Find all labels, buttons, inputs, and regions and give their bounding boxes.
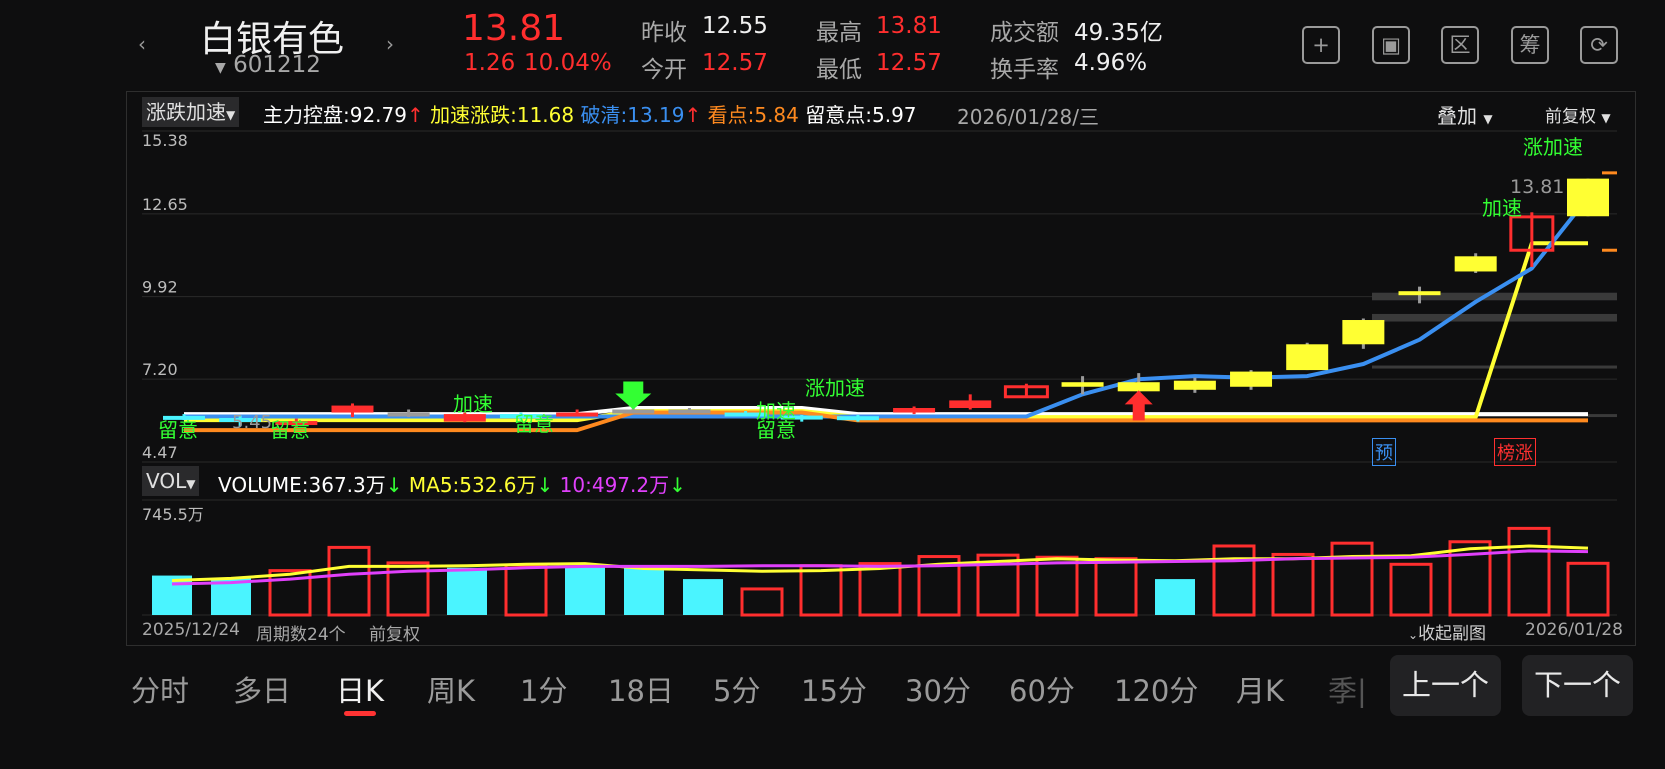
ma5-value: MA5:532.6万	[408, 473, 537, 497]
down-arrow-marker	[615, 381, 652, 410]
volume-bar	[740, 587, 784, 617]
volume-value: VOLUME:367.3万	[218, 473, 386, 497]
period-count: 周期数24个	[256, 625, 346, 645]
candle-body	[1173, 380, 1216, 390]
active-tab-indicator	[344, 711, 376, 716]
candle-body	[612, 409, 655, 414]
ma10-value: 10:497.2万	[559, 473, 670, 497]
volume-indicator-selector[interactable]: VOL▼	[142, 466, 200, 496]
down-arrow-icon: ↓	[669, 473, 686, 497]
start-date: 2025/12/24	[142, 620, 240, 640]
badge-bangzhang: 榜涨	[1494, 438, 1536, 466]
volume-bar	[799, 564, 843, 617]
volume-bar	[447, 567, 487, 615]
tab-rik[interactable]: 日K	[336, 668, 384, 710]
candle-body	[893, 407, 936, 413]
candle-body	[668, 409, 711, 414]
y-tick-label: 9.92	[142, 278, 178, 297]
volume-bar	[1271, 552, 1315, 617]
volume-bar	[1330, 541, 1374, 617]
tab-duori[interactable]: 多日	[233, 668, 291, 710]
tab-60fen[interactable]: 60分	[1009, 668, 1075, 710]
y-tick-label: 4.47	[142, 443, 178, 462]
support-band	[1372, 313, 1617, 322]
y-tick-label: 12.65	[142, 195, 188, 214]
next-item-button[interactable]: 下一个	[1522, 655, 1633, 716]
tab-yuek[interactable]: 月K	[1236, 668, 1284, 710]
tab-5fen[interactable]: 5分	[713, 668, 760, 710]
annotation-zhangjiasu-top: 涨加速	[1523, 135, 1583, 159]
volume-bar	[1507, 526, 1551, 617]
tab-120fen[interactable]: 120分	[1114, 668, 1198, 710]
collapse-subchart-button[interactable]: ⌄收起副图	[1408, 619, 1486, 644]
candle-body	[836, 416, 879, 421]
tab-1fen[interactable]: 1分	[520, 668, 567, 710]
tab-30fen[interactable]: 30分	[905, 668, 971, 710]
candle-body	[1398, 291, 1441, 296]
volume-max-label: 745.5万	[142, 505, 204, 524]
annotation-jiasu-right: 加速	[1482, 196, 1522, 220]
y-tick-label: 15.38	[142, 131, 188, 150]
down-arrow-icon: ↓	[385, 473, 403, 497]
volume-bar	[1389, 562, 1433, 617]
volume-bar	[504, 563, 548, 617]
end-date: 2026/01/28	[1525, 620, 1623, 640]
tab-jik[interactable]: 季|	[1328, 668, 1367, 710]
annotation-jiasu-1: 加速	[453, 392, 493, 416]
annotation-liuyi-4: 留意	[756, 418, 796, 442]
candle-body	[1061, 382, 1104, 387]
prev-item-button[interactable]: 上一个	[1390, 655, 1501, 716]
candle-body	[1230, 371, 1273, 387]
series-line	[184, 196, 1590, 419]
annotation-liuyi-2: 留意	[270, 418, 310, 442]
support-band	[1372, 365, 1617, 369]
volume-bar	[1566, 561, 1610, 617]
volume-bar	[1212, 544, 1256, 617]
volume-bar	[1155, 579, 1195, 615]
volume-indicator-name: VOL	[146, 469, 187, 493]
tab-fenshi[interactable]: 分时	[131, 668, 189, 710]
volume-bar	[1035, 555, 1079, 617]
candle-body	[1342, 320, 1385, 345]
volume-bar	[1094, 557, 1138, 617]
annotation-value-545: 5.45	[232, 412, 273, 433]
candle-body	[1567, 178, 1609, 217]
tab-zhouk[interactable]: 周K	[427, 668, 475, 710]
candle-body	[331, 405, 374, 413]
chevron-down-icon: ▼	[186, 477, 196, 491]
adjust-mode: 前复权	[369, 625, 420, 645]
candle-body	[387, 412, 430, 417]
candle-body	[1117, 382, 1160, 392]
annotation-zhangjiasu-mid: 涨加速	[805, 376, 865, 400]
volume-bar	[327, 545, 371, 617]
annotation-liuyi-1: 留意	[158, 418, 198, 442]
chevron-down-icon: ⌄	[1408, 628, 1419, 642]
collapse-label: 收起副图	[1418, 624, 1487, 644]
down-arrow-icon: ↓	[536, 473, 554, 497]
candle-body	[556, 412, 599, 417]
tab-15fen[interactable]: 15分	[801, 668, 867, 710]
annotation-liuyi-3: 留意	[514, 412, 554, 436]
volume-values: VOLUME:367.3万↓ MA5:532.6万↓ 10:497.2万↓	[218, 469, 686, 498]
candle-body	[949, 400, 992, 408]
badge-yu: 预	[1372, 438, 1396, 466]
volume-bar	[683, 579, 723, 615]
tab-18ri[interactable]: 18日	[608, 668, 674, 710]
volume-bar	[565, 565, 605, 615]
candle-body	[1286, 344, 1329, 371]
volume-bar	[858, 562, 902, 617]
volume-bar	[624, 565, 664, 615]
candle-body	[1454, 256, 1497, 272]
y-tick-label: 7.20	[142, 360, 178, 379]
